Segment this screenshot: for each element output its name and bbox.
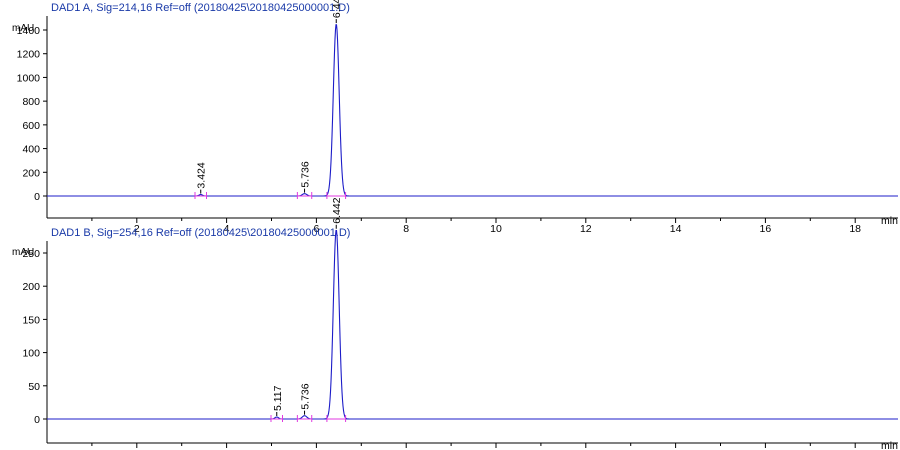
chromatogram-chart: DAD1 A, Sig=214,16 Ref=off (20180425\201…	[12, 0, 898, 450]
x-tick-label: 14	[670, 223, 682, 235]
y-tick-label: 400	[22, 144, 40, 156]
y-tick-label: 1000	[17, 72, 41, 84]
x-tick-label: 8	[403, 223, 409, 235]
peak-label: 3.424	[196, 162, 208, 188]
y-tick-label: 1400	[17, 25, 41, 37]
y-tick-label: 250	[22, 248, 40, 260]
y-tick-label: 600	[22, 120, 40, 132]
x-axis-unit: min	[881, 215, 898, 227]
chart-panel: DAD1 A, Sig=214,16 Ref=off (20180425\201…	[12, 0, 898, 235]
x-tick-label: 10	[490, 223, 502, 235]
peak-label: 6.442	[331, 197, 343, 223]
x-tick-label: 18	[849, 223, 861, 235]
y-tick-label: 100	[22, 348, 40, 360]
chromatogram-window: DAD1 A, Sig=214,16 Ref=off (20180425\201…	[0, 0, 900, 450]
y-tick-label: 1200	[17, 49, 41, 61]
y-tick-label: 200	[22, 281, 40, 293]
peak-label: 6.442	[331, 0, 343, 18]
panel-title: DAD1 B, Sig=254,16 Ref=off (20180425\201…	[51, 227, 350, 239]
panel-title: DAD1 A, Sig=214,16 Ref=off (20180425\201…	[51, 2, 350, 14]
chromatogram-trace	[47, 24, 898, 197]
y-tick-label: 150	[22, 314, 40, 326]
y-tick-label: 0	[34, 191, 40, 203]
x-axis-unit: min	[881, 440, 898, 450]
peak-label: 5.736	[299, 383, 311, 409]
x-tick-label: 12	[580, 223, 592, 235]
peak-label: 5.117	[272, 385, 284, 411]
y-tick-label: 800	[22, 96, 40, 108]
y-tick-label: 200	[22, 167, 40, 179]
chromatogram-trace	[47, 229, 898, 420]
y-tick-label: 50	[28, 381, 40, 393]
y-tick-label: 0	[34, 414, 40, 426]
chart-panel: DAD1 B, Sig=254,16 Ref=off (20180425\201…	[12, 197, 898, 450]
x-tick-label: 16	[760, 223, 772, 235]
peak-label: 5.736	[300, 161, 312, 187]
